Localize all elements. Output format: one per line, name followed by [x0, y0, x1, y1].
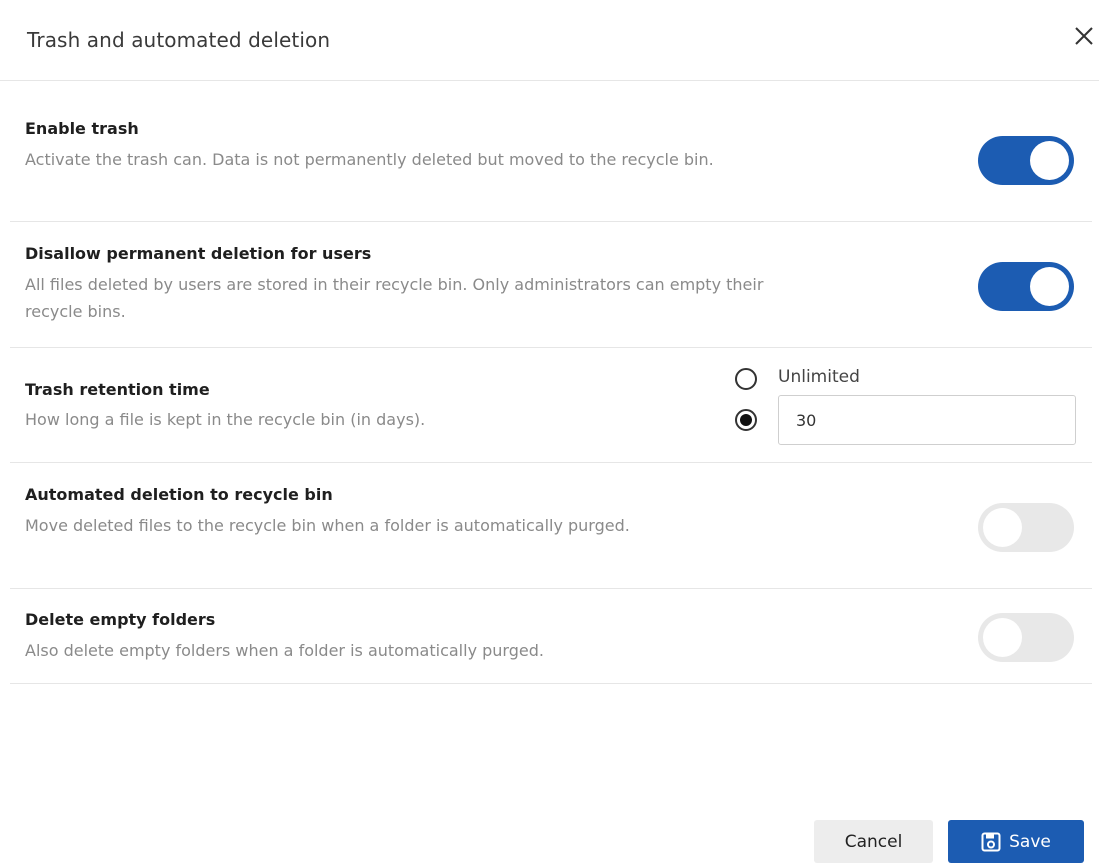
cancel-button[interactable]: Cancel	[814, 820, 933, 863]
close-icon[interactable]	[1070, 22, 1099, 52]
days-radio[interactable]	[735, 409, 757, 431]
toggle-knob	[983, 618, 1022, 657]
setting-description: Also delete empty folders when a folder …	[25, 641, 544, 660]
setting-description: Activate the trash can. Data is not perm…	[25, 150, 714, 169]
setting-title: Delete empty folders	[25, 610, 216, 629]
setting-trash-retention: Trash retention time How long a file is …	[10, 348, 1092, 463]
setting-title: Automated deletion to recycle bin	[25, 485, 333, 504]
retention-days-input[interactable]	[778, 395, 1076, 445]
setting-title: Enable trash	[25, 119, 139, 138]
radio-selected-dot	[740, 414, 752, 426]
dialog-title: Trash and automated deletion	[27, 28, 331, 52]
save-button[interactable]: Save	[948, 820, 1084, 863]
setting-delete-empty-folders: Delete empty folders Also delete empty f…	[10, 589, 1092, 684]
toggle-knob	[1030, 141, 1069, 180]
settings-list: Enable trash Activate the trash can. Dat…	[10, 81, 1092, 684]
delete-empty-folders-toggle[interactable]	[978, 613, 1074, 662]
disallow-permanent-deletion-toggle[interactable]	[978, 262, 1074, 311]
automated-deletion-toggle[interactable]	[978, 503, 1074, 552]
setting-disallow-permanent-deletion: Disallow permanent deletion for users Al…	[10, 222, 1092, 348]
unlimited-label: Unlimited	[778, 367, 860, 387]
dialog-header: Trash and automated deletion	[0, 0, 1099, 81]
save-button-label: Save	[1009, 831, 1051, 852]
setting-enable-trash: Enable trash Activate the trash can. Dat…	[10, 81, 1092, 222]
setting-title: Trash retention time	[25, 380, 210, 399]
enable-trash-toggle[interactable]	[978, 136, 1074, 185]
save-icon	[981, 832, 1001, 852]
toggle-knob	[1030, 267, 1069, 306]
setting-description: All files deleted by users are stored in…	[25, 275, 764, 321]
setting-title: Disallow permanent deletion for users	[25, 244, 372, 263]
toggle-knob	[983, 508, 1022, 547]
trash-settings-dialog: Trash and automated deletion Enable tras…	[0, 0, 1099, 863]
setting-automated-deletion: Automated deletion to recycle bin Move d…	[10, 463, 1092, 589]
unlimited-radio[interactable]	[735, 368, 757, 390]
setting-description: Move deleted files to the recycle bin wh…	[25, 516, 630, 535]
setting-description: How long a file is kept in the recycle b…	[25, 410, 426, 429]
